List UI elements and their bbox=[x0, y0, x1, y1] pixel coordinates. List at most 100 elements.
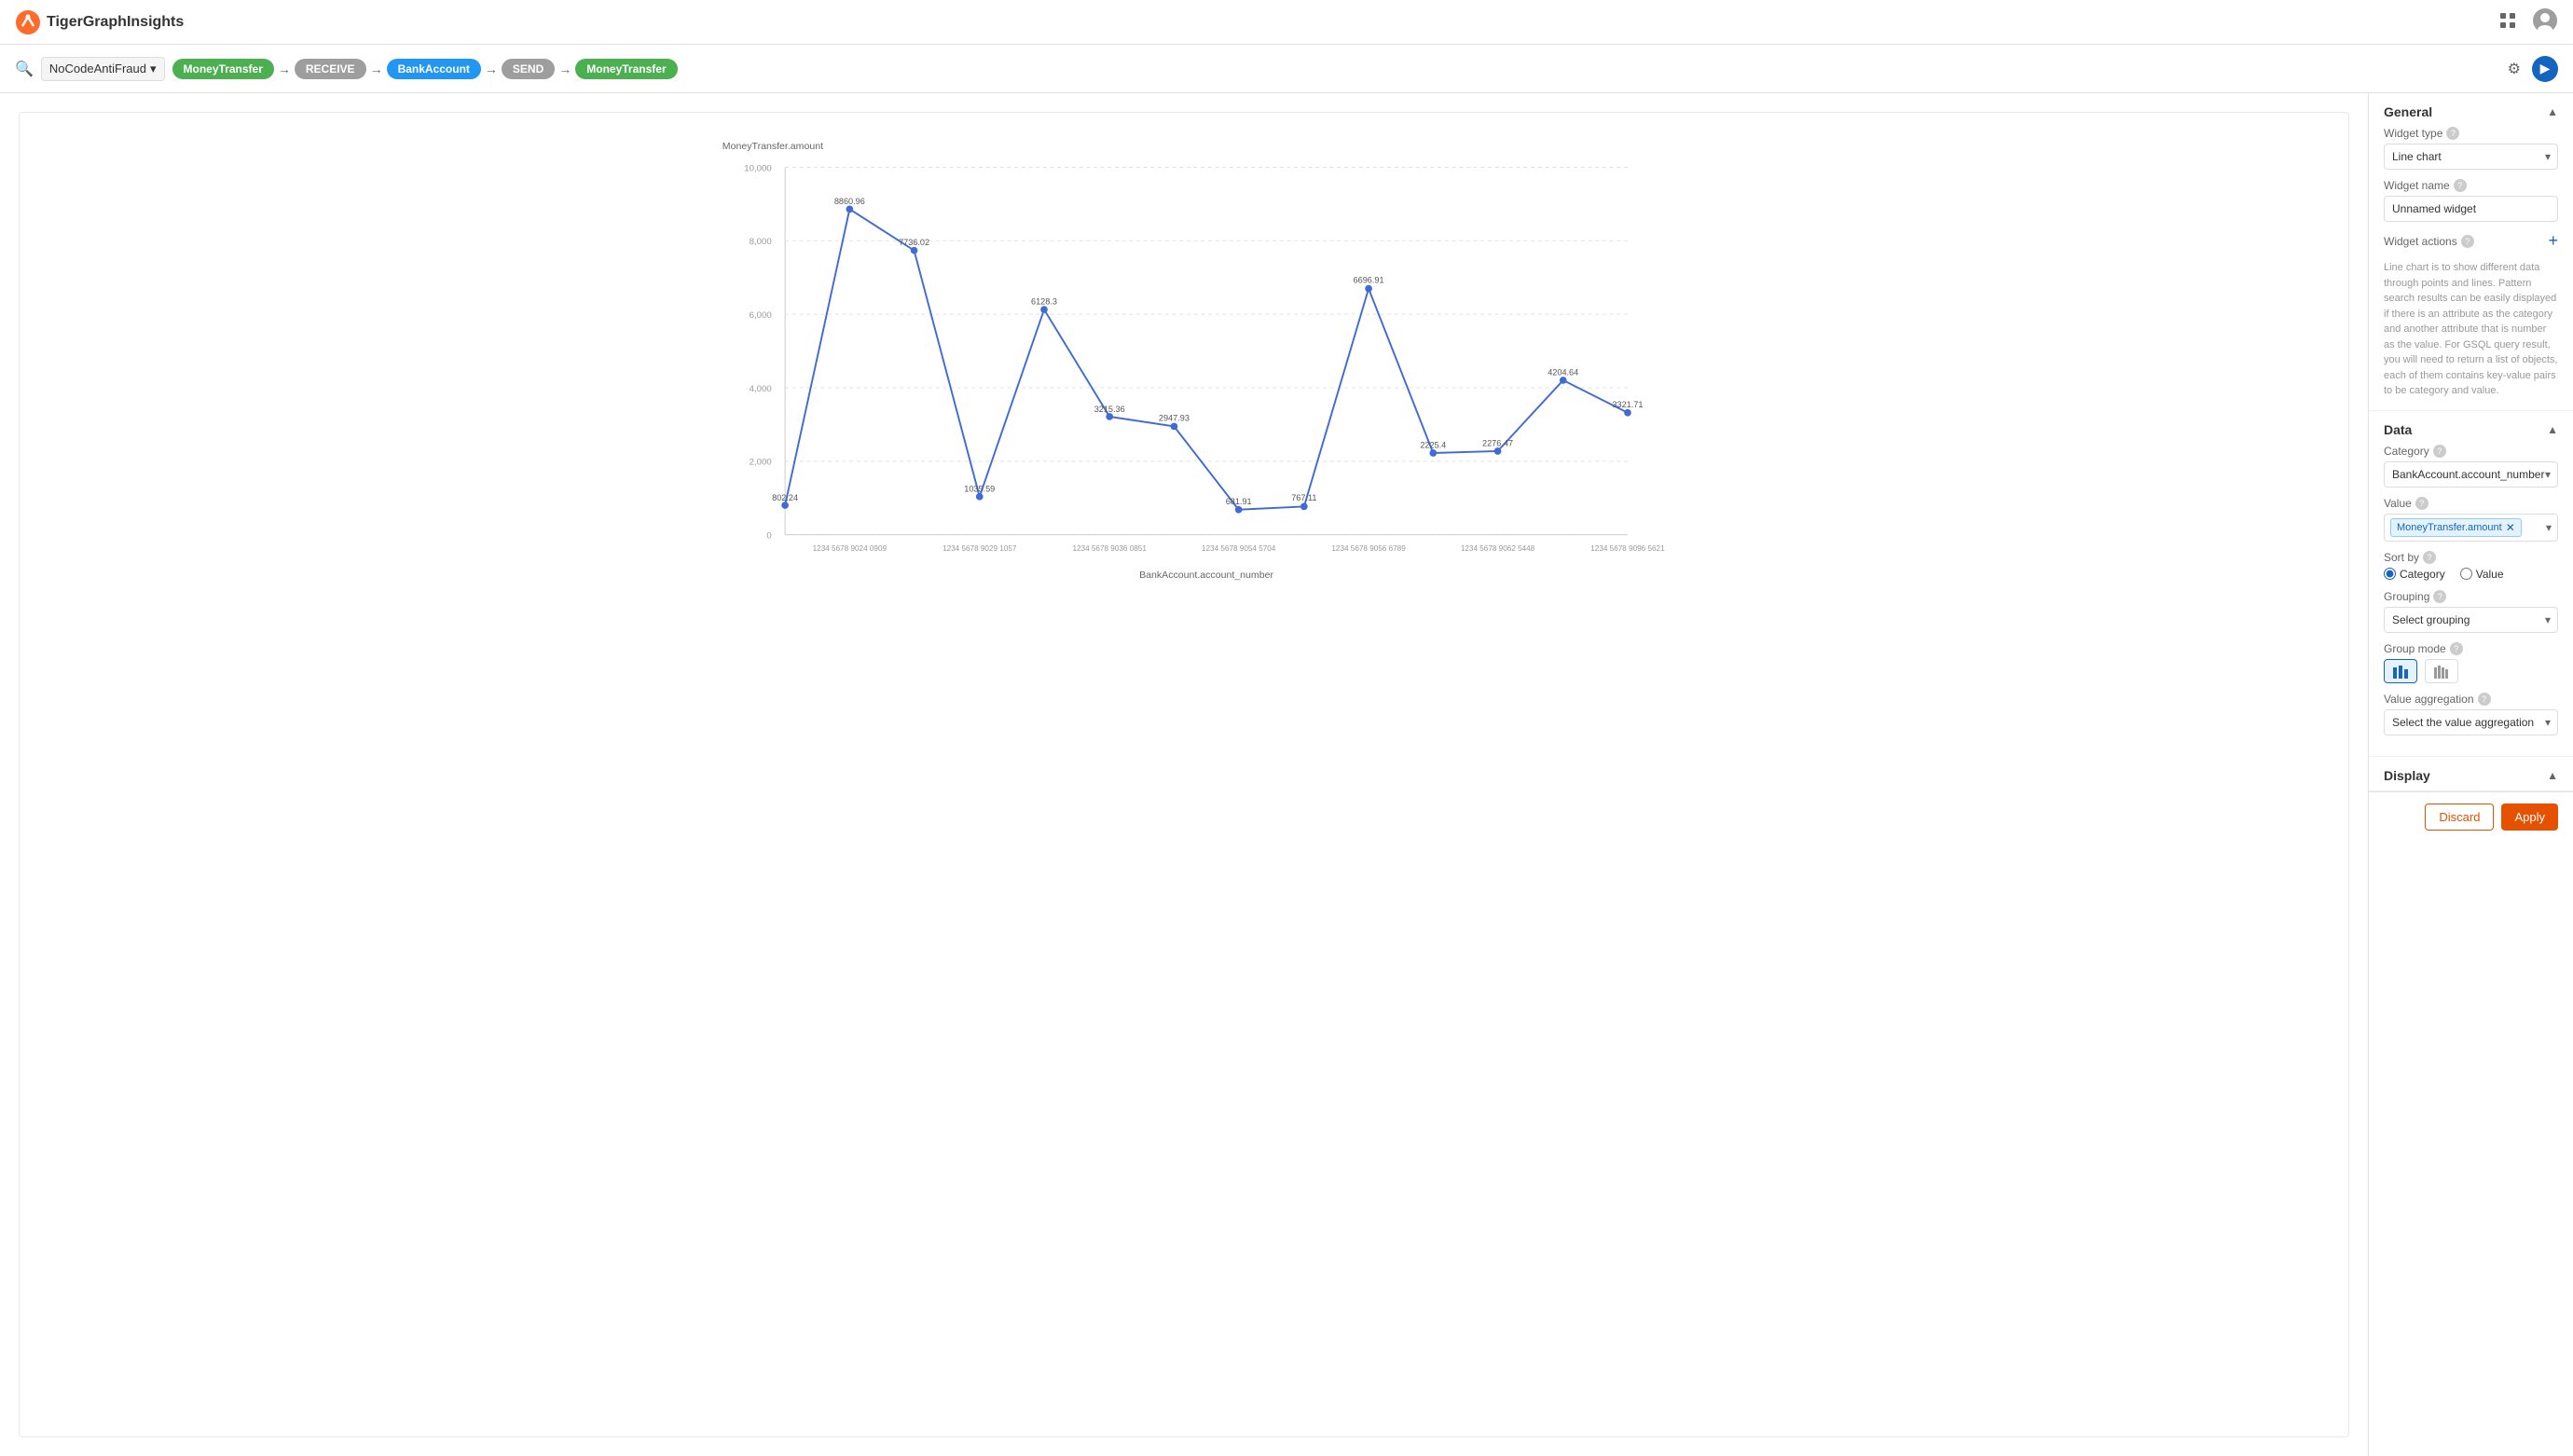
path-node-send[interactable]: SEND bbox=[502, 59, 555, 79]
x-tick-1: 1234 5678 9029 1057 bbox=[943, 544, 1017, 553]
data-label-6: 2947.93 bbox=[1159, 414, 1190, 423]
data-point-6 bbox=[1171, 423, 1178, 431]
display-section-header[interactable]: Display ▲ bbox=[2369, 757, 2573, 790]
x-tick-4: 1234 5678 9056 6789 bbox=[1331, 544, 1406, 553]
category-select[interactable]: BankAccount.account_number bbox=[2384, 461, 2558, 488]
general-section-body: Widget type ? Line chart Widget name ? bbox=[2369, 127, 2573, 410]
widget-type-select-wrapper: Line chart bbox=[2384, 144, 2558, 170]
general-toggle: ▲ bbox=[2547, 105, 2558, 118]
widget-name-input[interactable] bbox=[2384, 196, 2558, 222]
widget-name-label: Widget name ? bbox=[2384, 179, 2558, 192]
query-bar-right: ⚙ ▶ bbox=[2504, 56, 2558, 82]
logo-icon bbox=[15, 9, 41, 35]
grouping-help[interactable]: ? bbox=[2433, 590, 2446, 603]
chart-svg: MoneyTransfer.amount 10,000 8,000 6,000 … bbox=[38, 131, 2330, 598]
sort-category-option[interactable]: Category bbox=[2384, 568, 2445, 581]
value-label: Value ? bbox=[2384, 497, 2558, 510]
x-tick-6: 1234 5678 9096 5621 bbox=[1590, 544, 1665, 553]
path-node-money-transfer-end[interactable]: MoneyTransfer bbox=[575, 59, 677, 79]
value-aggregation-select[interactable]: Select the value aggregation bbox=[2384, 709, 2558, 735]
data-label-4: 6128.3 bbox=[1031, 297, 1057, 307]
data-label-1: 8860.96 bbox=[834, 197, 865, 206]
value-tag: MoneyTransfer.amount ✕ bbox=[2390, 518, 2522, 537]
discard-button[interactable]: Discard bbox=[2425, 804, 2494, 831]
category-help[interactable]: ? bbox=[2433, 445, 2446, 458]
widget-type-help[interactable]: ? bbox=[2446, 127, 2459, 140]
value-field-dropdown[interactable]: ▾ bbox=[2546, 521, 2552, 534]
group-mode-options bbox=[2384, 659, 2558, 683]
search-button[interactable]: 🔍 bbox=[15, 60, 34, 78]
widget-actions-help[interactable]: ? bbox=[2461, 235, 2474, 248]
apply-button[interactable]: Apply bbox=[2501, 804, 2558, 831]
query-dropdown[interactable]: NoCodeAntiFraud ▾ bbox=[41, 57, 165, 81]
widget-actions-field: Widget actions ? + bbox=[2384, 231, 2558, 251]
display-title: Display bbox=[2384, 768, 2430, 783]
value-tag-remove[interactable]: ✕ bbox=[2506, 521, 2515, 534]
value-help[interactable]: ? bbox=[2415, 497, 2429, 510]
group-mode-help[interactable]: ? bbox=[2450, 642, 2463, 655]
value-aggregation-help[interactable]: ? bbox=[2478, 693, 2491, 706]
data-section-body: Category ? BankAccount.account_number Va… bbox=[2369, 445, 2573, 756]
topbar: TigerGraphInsights bbox=[0, 0, 2573, 45]
widget-actions-add[interactable]: + bbox=[2548, 231, 2558, 251]
widget-type-field: Widget type ? Line chart bbox=[2384, 127, 2558, 170]
data-point-4 bbox=[1040, 306, 1048, 313]
general-section-header[interactable]: General ▲ bbox=[2369, 93, 2573, 127]
data-label-11: 2276.47 bbox=[1482, 439, 1513, 448]
group-mode-btn-2[interactable] bbox=[2425, 659, 2458, 683]
path-arrow-3: → bbox=[485, 62, 498, 76]
value-input-container: MoneyTransfer.amount ✕ ▾ bbox=[2384, 514, 2558, 542]
group-mode-icon-1 bbox=[2392, 664, 2409, 679]
grid-icon[interactable] bbox=[2498, 11, 2517, 33]
category-select-wrapper: BankAccount.account_number bbox=[2384, 461, 2558, 488]
group-mode-btn-1[interactable] bbox=[2384, 659, 2417, 683]
sort-category-radio[interactable] bbox=[2384, 568, 2396, 580]
grouping-select[interactable]: Select grouping bbox=[2384, 607, 2558, 633]
grouping-select-wrapper: Select grouping bbox=[2384, 607, 2558, 633]
sort-by-field: Sort by ? Category Value bbox=[2384, 551, 2558, 581]
data-label-5: 3215.36 bbox=[1094, 405, 1125, 414]
run-button[interactable]: ▶ bbox=[2532, 56, 2558, 82]
widget-type-label: Widget type ? bbox=[2384, 127, 2558, 140]
group-mode-label: Group mode ? bbox=[2384, 642, 2558, 655]
sort-by-label: Sort by ? bbox=[2384, 551, 2558, 564]
path-arrow-4: → bbox=[558, 62, 571, 76]
data-section-header[interactable]: Data ▲ bbox=[2369, 411, 2573, 445]
app-name: TigerGraphInsights bbox=[47, 14, 184, 31]
settings-button[interactable]: ⚙ bbox=[2504, 56, 2525, 82]
data-label-0: 802.24 bbox=[772, 493, 798, 502]
data-point-8 bbox=[1300, 503, 1308, 511]
path-node-bank-account[interactable]: BankAccount bbox=[387, 59, 481, 79]
x-tick-3: 1234 5678 9054 5704 bbox=[1202, 544, 1276, 553]
widget-description: Line chart is to show different data thr… bbox=[2384, 260, 2558, 399]
y-tick-10000: 10,000 bbox=[744, 163, 771, 173]
data-label-2: 7736.02 bbox=[899, 238, 929, 247]
sort-value-option[interactable]: Value bbox=[2460, 568, 2504, 581]
right-panel: General ▲ Widget type ? Line chart bbox=[2368, 93, 2573, 1456]
widget-type-select[interactable]: Line chart bbox=[2384, 144, 2558, 170]
data-label-13: 3321.71 bbox=[1612, 400, 1643, 409]
widget-name-help[interactable]: ? bbox=[2454, 179, 2467, 192]
data-point-5 bbox=[1106, 413, 1113, 420]
avatar[interactable] bbox=[2532, 7, 2558, 36]
data-label-12: 4204.64 bbox=[1548, 368, 1578, 378]
sort-by-help[interactable]: ? bbox=[2423, 551, 2436, 564]
general-title: General bbox=[2384, 104, 2432, 119]
dropdown-arrow: ▾ bbox=[150, 62, 157, 76]
query-path: MoneyTransfer → RECEIVE → BankAccount → … bbox=[172, 59, 2497, 79]
data-label-3: 1035.59 bbox=[964, 485, 995, 494]
y-axis-label: MoneyTransfer.amount bbox=[722, 141, 823, 152]
path-node-receive[interactable]: RECEIVE bbox=[295, 59, 366, 79]
data-point-7 bbox=[1235, 506, 1243, 514]
group-mode-field: Group mode ? bbox=[2384, 642, 2558, 683]
data-title: Data bbox=[2384, 422, 2412, 437]
grouping-label: Grouping ? bbox=[2384, 590, 2558, 603]
sort-value-radio[interactable] bbox=[2460, 568, 2472, 580]
path-node-money-transfer-start[interactable]: MoneyTransfer bbox=[172, 59, 274, 79]
data-point-0 bbox=[781, 501, 789, 509]
chart-container: MoneyTransfer.amount 10,000 8,000 6,000 … bbox=[19, 112, 2349, 1437]
query-bar: 🔍 NoCodeAntiFraud ▾ MoneyTransfer → RECE… bbox=[0, 45, 2573, 93]
topbar-right bbox=[2498, 7, 2558, 36]
path-arrow-2: → bbox=[370, 62, 383, 76]
data-point-9 bbox=[1365, 285, 1372, 293]
